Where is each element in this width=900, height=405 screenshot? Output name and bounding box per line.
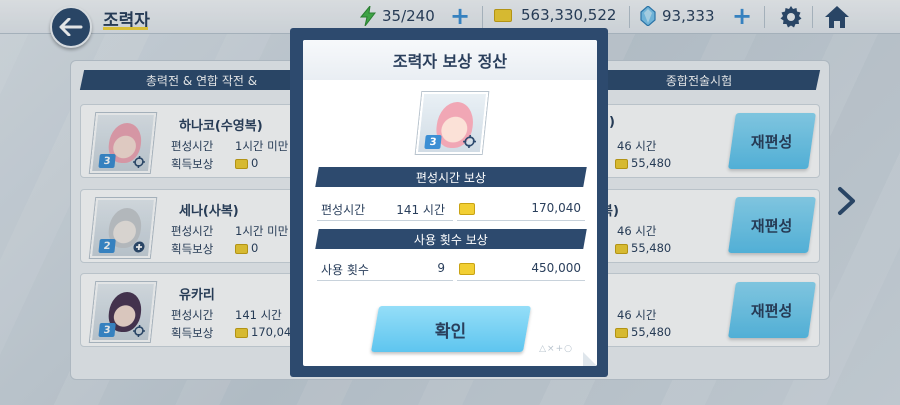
section-header-time-reward: 편성시간 보상 <box>315 167 587 187</box>
character-portrait: 3 <box>415 92 489 154</box>
modal-title: 조력자 보상 정산 <box>303 40 597 80</box>
row-underline <box>317 280 453 281</box>
row-underline <box>457 220 585 221</box>
row-label: 편성시간 <box>321 203 366 217</box>
row-underline <box>457 280 585 281</box>
row-label: 사용 횟수 <box>321 263 369 277</box>
confirm-button[interactable]: 확인 <box>370 306 532 352</box>
page-fold <box>583 352 597 366</box>
row-reward: 450,000 <box>531 261 581 275</box>
decorative-symbols: △×+○ <box>539 344 573 354</box>
reward-settlement-modal: 조력자 보상 정산 3 편성시간 보상 편성시간 141 시간 170,040 … <box>303 40 597 366</box>
section-header-use-reward: 사용 횟수 보상 <box>315 229 587 249</box>
crosshair-icon <box>462 135 477 148</box>
credit-coin-icon <box>459 203 475 215</box>
use-reward-row: 사용 횟수 9 450,000 <box>317 257 585 281</box>
row-reward: 170,040 <box>531 201 581 215</box>
star-badge: 3 <box>424 135 442 149</box>
row-underline <box>317 220 453 221</box>
time-reward-row: 편성시간 141 시간 170,040 <box>317 197 585 221</box>
row-value: 141 시간 <box>396 203 445 217</box>
row-value: 9 <box>437 261 445 275</box>
credit-coin-icon <box>459 263 475 275</box>
